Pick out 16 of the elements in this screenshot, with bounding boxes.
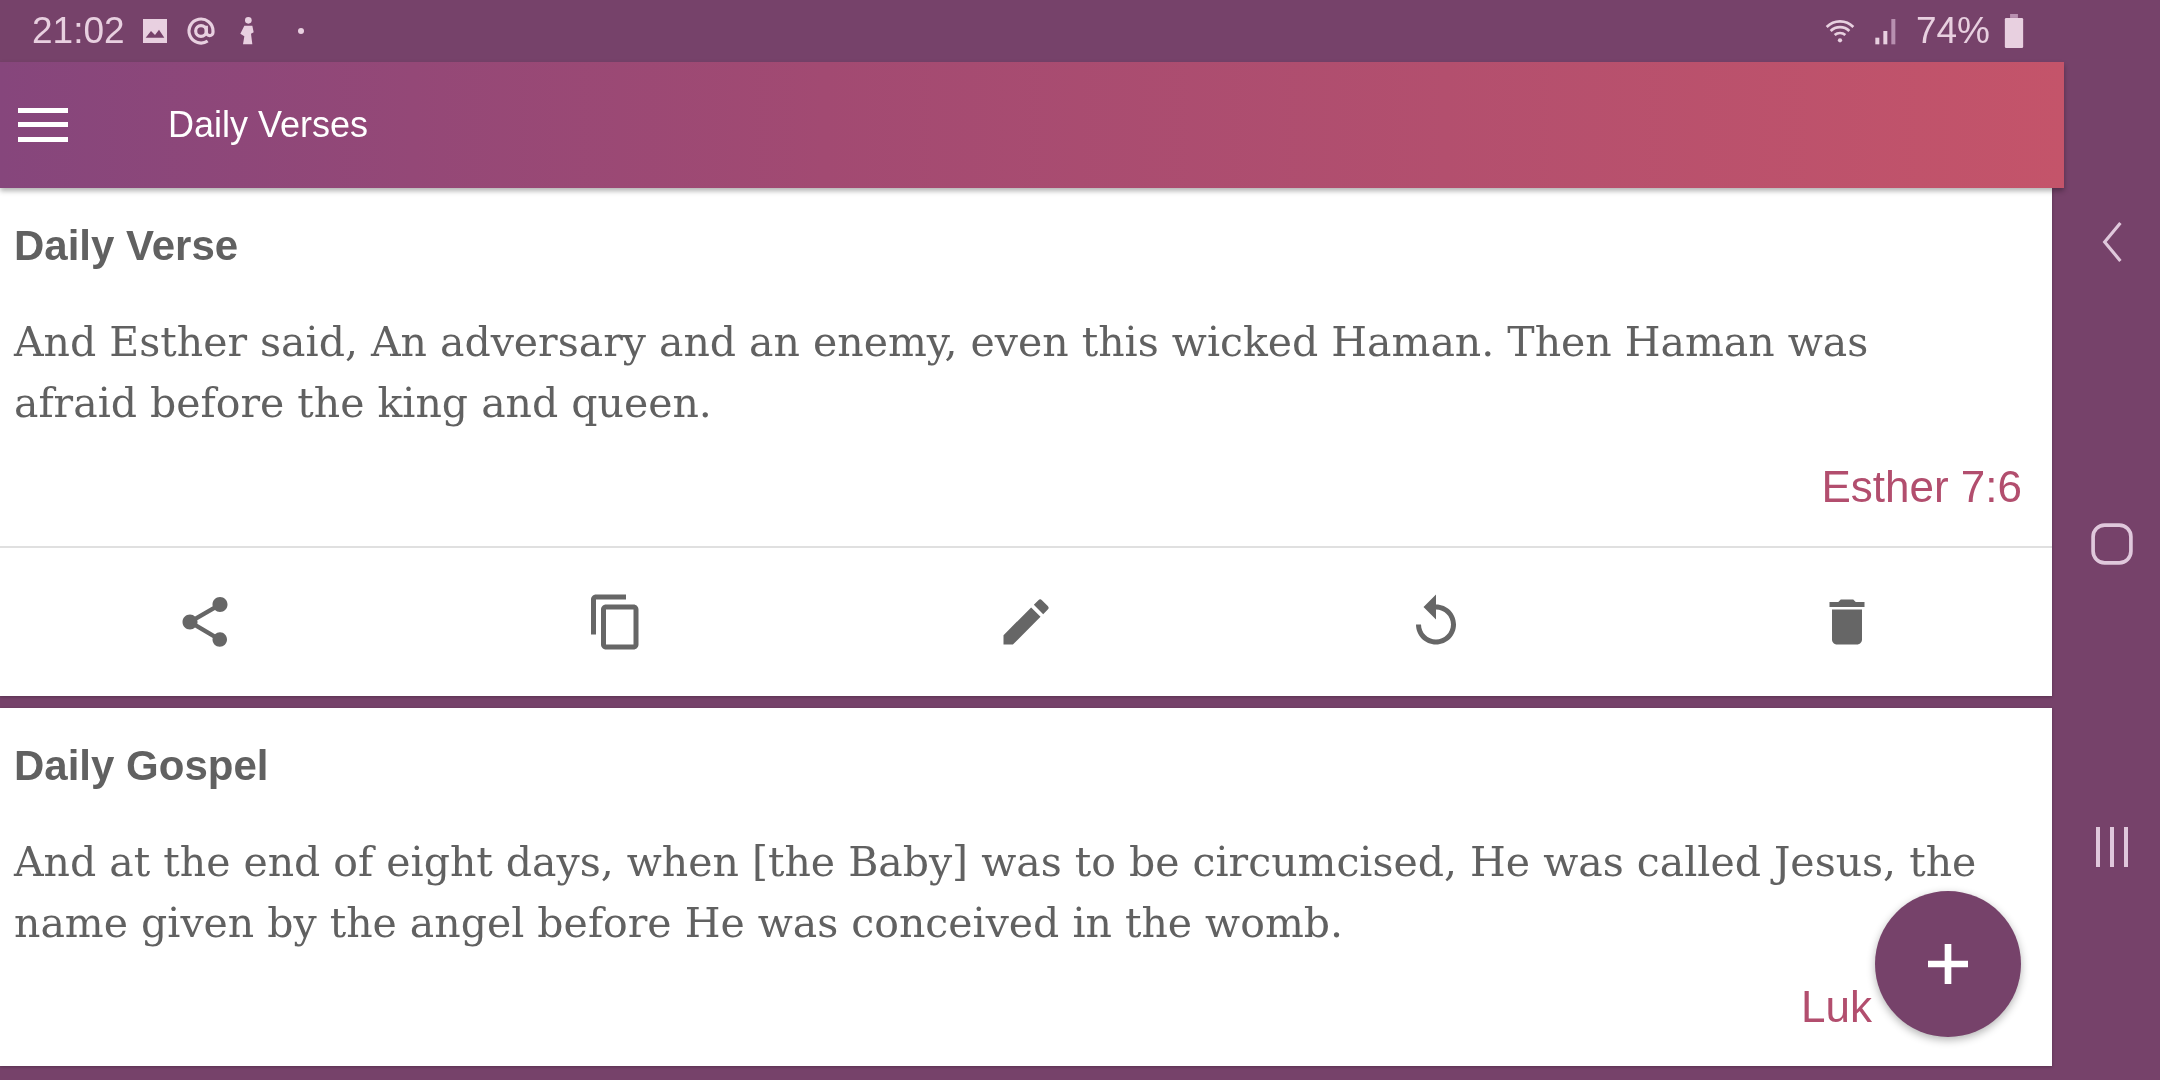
menu-icon xyxy=(18,108,68,142)
app-title: Daily Verses xyxy=(168,104,369,146)
back-icon[interactable] xyxy=(2101,221,2123,263)
verse-reference: Esther 7:6 xyxy=(1821,462,2022,512)
battery-icon xyxy=(2004,14,2024,48)
dot-icon xyxy=(296,27,305,35)
verse-reference: Luk xyxy=(1801,982,1872,1032)
battery-percent: 74% xyxy=(1915,10,1990,52)
home-icon[interactable] xyxy=(2091,523,2133,565)
at-sign-icon xyxy=(184,15,217,47)
plus-icon xyxy=(1928,944,1968,984)
verse-text: And Esther said, An adversary and an enemy, even this wicked Haman. Then Haman was afraid before the king and queen. xyxy=(14,317,1870,429)
card-title: Daily Gospel xyxy=(14,742,270,790)
verse-text: And at the end of eight days, when [the Baby] was to be circumcised, He was called Jesus, the name given by the angel before He was conceived in the womb. xyxy=(14,837,1978,949)
card-title: Daily Verse xyxy=(14,222,240,270)
status-time: 21:02 xyxy=(32,10,125,52)
